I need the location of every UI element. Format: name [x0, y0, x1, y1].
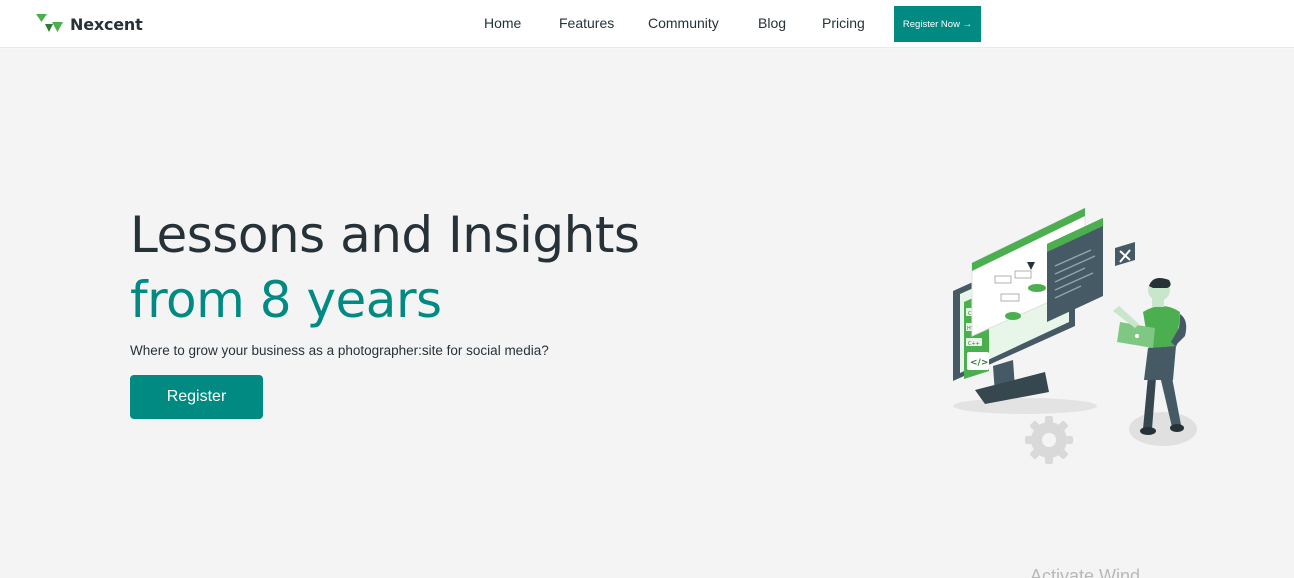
nav-blog[interactable]: Blog	[758, 15, 786, 31]
brand-logo[interactable]: Nexcent	[36, 14, 143, 34]
code-icon: </>	[970, 358, 988, 368]
top-navbar: Nexcent Home Features Community Blog Pri…	[0, 0, 1294, 48]
close-icon	[1115, 242, 1135, 266]
nav-features[interactable]: Features	[559, 15, 614, 31]
hero-subtext: Where to grow your business as a photogr…	[130, 343, 549, 358]
hero-headline-line2: from 8 years	[130, 271, 442, 329]
activate-windows-watermark: Activate Wind	[1030, 566, 1141, 578]
nexcent-triangles-icon	[36, 14, 63, 32]
developer-illustration: CSS HTML C++ </>	[953, 207, 1197, 464]
nav-home[interactable]: Home	[484, 15, 521, 31]
brand-name: Nexcent	[70, 14, 143, 34]
nav-pricing[interactable]: Pricing	[822, 15, 865, 31]
nav-community[interactable]: Community	[648, 15, 719, 31]
hero-headline-line1: Lessons and Insights	[130, 206, 640, 264]
tag-cpp: C++	[968, 341, 980, 347]
hero-register-button[interactable]: Register	[130, 375, 263, 419]
developer-person-icon	[1113, 278, 1187, 435]
register-now-button[interactable]: Register Now →	[894, 6, 981, 42]
